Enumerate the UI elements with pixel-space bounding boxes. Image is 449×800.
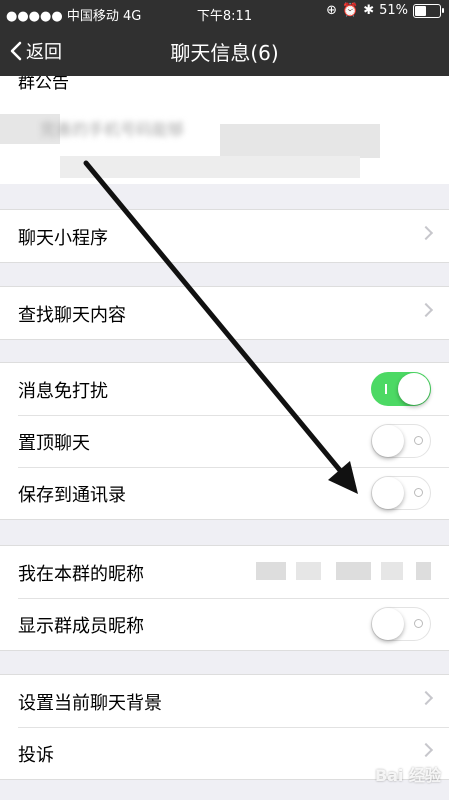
annotation-arrow [83, 160, 358, 494]
watermark-logo: Bai 经验 [374, 766, 441, 785]
